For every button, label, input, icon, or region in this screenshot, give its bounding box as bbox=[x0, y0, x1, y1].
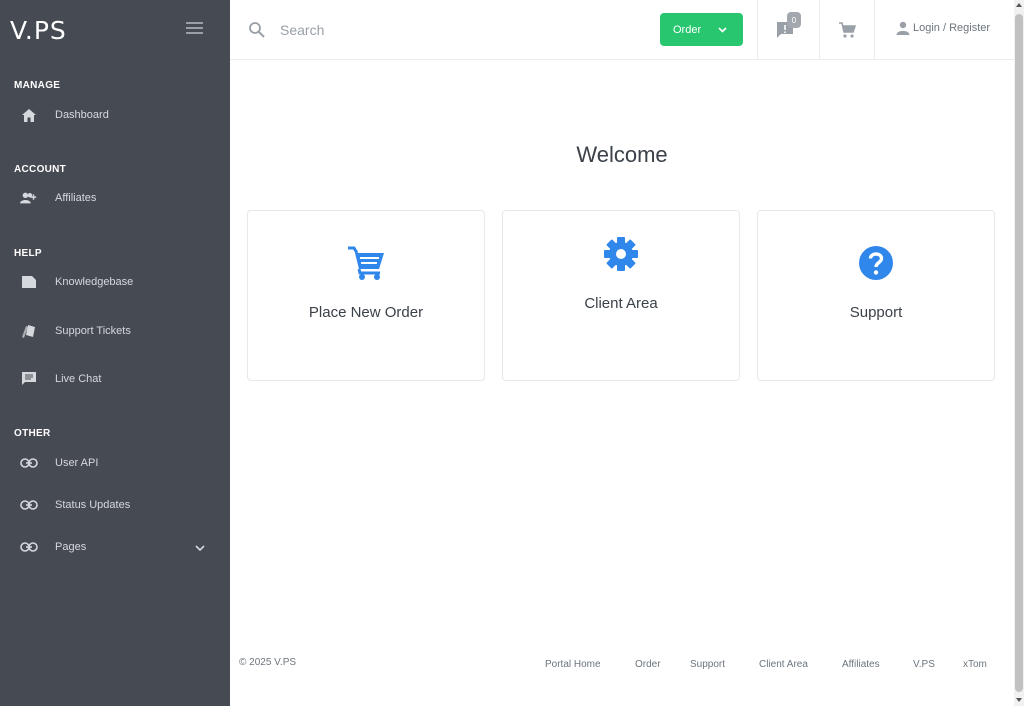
footer-link-xtom[interactable]: xTom bbox=[963, 659, 987, 670]
sidebar-item-user-api[interactable]: User API bbox=[0, 448, 230, 478]
scrollbar-thumb[interactable] bbox=[1015, 14, 1023, 692]
notifications-button[interactable]: 0 bbox=[757, 0, 819, 60]
card-client-area[interactable]: Client Area bbox=[502, 210, 740, 381]
order-button-label: Order bbox=[673, 23, 702, 36]
sidebar-item-label: Knowledgebase bbox=[55, 276, 134, 288]
cart-icon bbox=[248, 245, 484, 281]
card-title: Place New Order bbox=[308, 304, 424, 321]
card-support[interactable]: Support bbox=[757, 210, 995, 381]
chevron-down-icon[interactable] bbox=[194, 541, 206, 553]
sidebar-item-status-updates[interactable]: Status Updates bbox=[0, 490, 230, 520]
order-button[interactable]: Order bbox=[660, 13, 743, 46]
cart-button[interactable] bbox=[819, 0, 874, 60]
copyright: © 2025 V.PS bbox=[239, 657, 297, 668]
gear-icon bbox=[503, 236, 739, 272]
link-icon bbox=[20, 496, 38, 514]
sidebar-item-knowledgebase[interactable]: Knowledgebase bbox=[0, 267, 230, 297]
sidebar-item-affiliates[interactable]: Affiliates bbox=[0, 183, 230, 213]
section-title-account: ACCOUNT bbox=[14, 164, 67, 175]
footer-link-support[interactable]: Support bbox=[690, 659, 725, 670]
sidebar-item-dashboard[interactable]: Dashboard bbox=[0, 100, 230, 130]
login-register-link[interactable]: Login / Register bbox=[896, 21, 990, 35]
section-title-other: OTHER bbox=[14, 428, 51, 439]
sidebar-item-label: Affiliates bbox=[55, 192, 97, 204]
sidebar-item-label: Pages bbox=[55, 541, 87, 553]
sidebar-item-support-tickets[interactable]: Support Tickets bbox=[0, 316, 230, 346]
brand-logo[interactable]: V.PS bbox=[10, 16, 67, 45]
sidebar-item-pages[interactable]: Pages bbox=[0, 532, 230, 562]
card-title: Support bbox=[849, 304, 903, 321]
card-place-new-order[interactable]: Place New Order bbox=[247, 210, 485, 381]
link-icon bbox=[20, 538, 38, 556]
user-icon bbox=[896, 21, 910, 35]
cart-icon bbox=[838, 21, 857, 44]
footer-link-vps[interactable]: V.PS bbox=[913, 659, 935, 670]
footer-link-portal-home[interactable]: Portal Home bbox=[545, 659, 601, 670]
tickets-icon bbox=[20, 322, 38, 340]
search-icon[interactable] bbox=[248, 21, 266, 39]
menu-toggle-icon[interactable] bbox=[186, 22, 203, 36]
footer-link-affiliates[interactable]: Affiliates bbox=[842, 659, 880, 670]
book-icon bbox=[20, 273, 38, 291]
section-title-manage: MANAGE bbox=[14, 80, 61, 91]
topbar: Order 0 Login / Register bbox=[230, 0, 1014, 60]
login-register-label: Login / Register bbox=[913, 22, 991, 34]
chevron-down-icon bbox=[717, 24, 728, 35]
sidebar-item-label: Dashboard bbox=[55, 109, 109, 121]
card-title: Client Area bbox=[584, 295, 658, 312]
scroll-down-arrow-icon[interactable] bbox=[1016, 698, 1022, 702]
sidebar-item-label: Support Tickets bbox=[55, 325, 131, 337]
chat-icon bbox=[20, 370, 38, 388]
link-icon bbox=[20, 454, 38, 472]
home-icon bbox=[20, 106, 38, 124]
question-icon bbox=[758, 245, 994, 281]
footer-link-client-area[interactable]: Client Area bbox=[759, 659, 808, 670]
page-title: Welcome bbox=[576, 142, 668, 167]
section-title-help: HELP bbox=[14, 248, 42, 259]
sidebar-item-label: Live Chat bbox=[55, 373, 102, 385]
search-input[interactable] bbox=[280, 17, 580, 43]
sidebar-item-label: Status Updates bbox=[55, 499, 131, 511]
sidebar-item-label: User API bbox=[55, 457, 99, 469]
sidebar: V.PS MANAGE Dashboard ACCOUNT Affiliates… bbox=[0, 0, 230, 706]
footer-link-order[interactable]: Order bbox=[635, 659, 661, 670]
notification-count-badge: 0 bbox=[787, 12, 801, 28]
scrollbar[interactable] bbox=[1014, 0, 1024, 706]
affiliates-icon bbox=[20, 189, 38, 207]
scroll-up-arrow-icon[interactable] bbox=[1016, 3, 1022, 7]
sidebar-item-live-chat[interactable]: Live Chat bbox=[0, 364, 230, 394]
